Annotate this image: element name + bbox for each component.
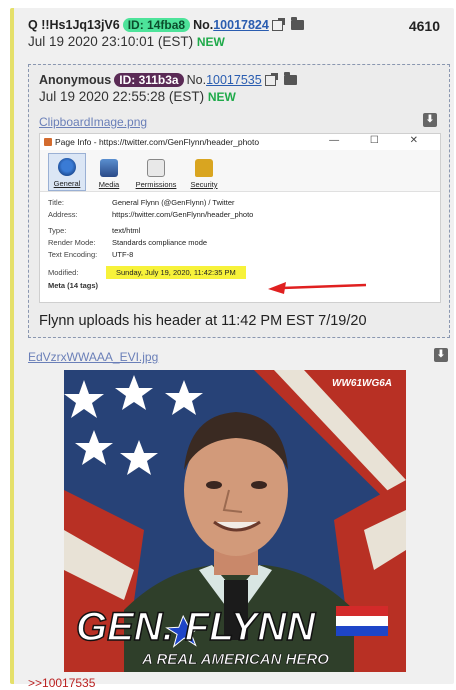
quoted-date: Jul 19 2020 22:55:28 (EST) bbox=[39, 89, 205, 104]
post-number-link[interactable]: 10017824 bbox=[213, 18, 269, 32]
post-id-badge[interactable]: ID: 14fba8 bbox=[122, 18, 191, 32]
prop-key: Render Mode: bbox=[48, 237, 96, 247]
tab-general: General bbox=[48, 153, 86, 191]
prop-key: Modified: bbox=[48, 267, 79, 277]
page-info-tabs: General Media Permissions Security bbox=[40, 150, 440, 192]
attachment-image[interactable]: GEN. FLYNN A REAL AMERICAN HERO WW61WG6A bbox=[64, 370, 406, 672]
tab-media: Media bbox=[90, 153, 128, 191]
post-count: 4610 bbox=[408, 18, 440, 34]
poster-headline: GEN. FLYNN bbox=[76, 605, 316, 649]
post-container: Q !!Hs1Jq13jV6 ID: 14fba8 No. 10017824 46… bbox=[10, 8, 454, 690]
poster-subline: A REAL AMERICAN HERO bbox=[141, 651, 329, 668]
flynn-poster-art: GEN. FLYNN A REAL AMERICAN HERO WW61WG6A bbox=[64, 370, 406, 672]
tab-label: General bbox=[53, 179, 81, 188]
prop-value: Standards compliance mode bbox=[112, 237, 208, 247]
window-controls: — ☐ ✕ bbox=[329, 135, 432, 146]
attachment-file-row: EdVzrxWWAAA_EVI.jpg ⬇ bbox=[28, 348, 450, 366]
prop-value: text/html bbox=[112, 225, 141, 235]
page-info-screenshot[interactable]: Page Info - https://twitter.com/GenFlynn… bbox=[39, 133, 441, 303]
quoted-author: Anonymous bbox=[39, 73, 112, 87]
quoted-file-row: ClipboardImage.png ⬇ bbox=[39, 113, 439, 131]
modified-value-highlighted: Sunday, July 19, 2020, 11:42:35 PM bbox=[106, 265, 246, 279]
post-date-line: Jul 19 2020 23:10:01 (EST) NEW bbox=[28, 34, 444, 49]
prop-key: Address: bbox=[48, 209, 78, 219]
attachment-file-link[interactable]: EdVzrxWWAAA_EVI.jpg bbox=[28, 350, 158, 364]
prop-key: Title: bbox=[48, 197, 64, 207]
quoted-file-link[interactable]: ClipboardImage.png bbox=[39, 115, 147, 129]
post-author: Q !!Hs1Jq13jV6 bbox=[28, 18, 120, 32]
quoted-post-header: Anonymous ID: 311b3a No. 10017535 Jul 19 … bbox=[39, 72, 439, 131]
quoted-number-link[interactable]: 10017535 bbox=[206, 73, 262, 87]
media-icon bbox=[100, 159, 118, 177]
tab-permissions: Permissions bbox=[132, 153, 180, 191]
quoted-post: Anonymous ID: 311b3a No. 10017535 Jul 19 … bbox=[28, 64, 450, 338]
post-header: Q !!Hs1Jq13jV6 ID: 14fba8 No. 10017824 46… bbox=[28, 17, 444, 49]
poster-watermark: WW61WG6A bbox=[332, 378, 392, 389]
red-arrow-annotation bbox=[268, 282, 367, 294]
permissions-icon bbox=[147, 159, 165, 177]
reply-link[interactable]: >>10017535 bbox=[28, 676, 95, 690]
quoted-number-prefix: No. bbox=[186, 73, 207, 87]
page-info-title: Page Info - https://twitter.com/GenFlynn… bbox=[55, 137, 260, 147]
prop-title: Title: General Flynn (@GenFlynn) / Twitte… bbox=[48, 196, 432, 208]
tab-label: Security bbox=[190, 180, 218, 189]
download-icon[interactable]: ⬇ bbox=[434, 348, 448, 362]
prop-value: General Flynn (@GenFlynn) / Twitter bbox=[112, 197, 235, 207]
new-badge: NEW bbox=[207, 90, 236, 104]
security-icon bbox=[195, 159, 213, 177]
prop-key: Type: bbox=[48, 225, 67, 235]
prop-modified: Modified: Sunday, July 19, 2020, 11:42:35… bbox=[48, 265, 432, 279]
quoted-id-badge[interactable]: ID: 311b3a bbox=[114, 73, 184, 87]
post-number-prefix: No. bbox=[193, 18, 214, 32]
prop-encoding: Text Encoding: UTF-8 bbox=[48, 248, 432, 260]
quoted-date-line: Jul 19 2020 22:55:28 (EST) NEW bbox=[39, 89, 439, 104]
tab-label: Permissions bbox=[135, 180, 177, 189]
general-icon bbox=[58, 158, 76, 176]
quoted-caption: Flynn uploads his header at 11:42 PM EST… bbox=[39, 313, 367, 329]
download-icon[interactable]: ⬇ bbox=[423, 113, 437, 127]
prop-type: Type: text/html bbox=[48, 224, 432, 236]
page-info-titlebar: Page Info - https://twitter.com/GenFlynn… bbox=[40, 134, 440, 150]
prop-value: UTF-8 bbox=[112, 249, 134, 259]
folder-icon[interactable] bbox=[290, 17, 304, 30]
tab-label: Media bbox=[98, 180, 120, 189]
page-info-body: Title: General Flynn (@GenFlynn) / Twitte… bbox=[40, 192, 440, 294]
post-header-line: Q !!Hs1Jq13jV6 ID: 14fba8 No. 10017824 bbox=[28, 17, 444, 32]
external-link-icon[interactable] bbox=[264, 72, 278, 86]
prop-render-mode: Render Mode: Standards compliance mode bbox=[48, 236, 432, 248]
external-link-icon[interactable] bbox=[271, 17, 285, 31]
prop-address: Address: https://twitter.com/GenFlynn/hea… bbox=[48, 208, 432, 220]
tab-security: Security bbox=[184, 153, 224, 191]
meta-tags: Meta (14 tags) bbox=[48, 281, 99, 290]
post-date: Jul 19 2020 23:10:01 (EST) bbox=[28, 34, 194, 49]
folder-icon[interactable] bbox=[283, 72, 297, 85]
firefox-icon bbox=[44, 138, 52, 146]
new-badge: NEW bbox=[196, 35, 225, 49]
prop-value: https://twitter.com/GenFlynn/header_phot… bbox=[112, 209, 254, 219]
quoted-header-line: Anonymous ID: 311b3a No. 10017535 bbox=[39, 72, 439, 87]
prop-key: Text Encoding: bbox=[48, 249, 98, 259]
